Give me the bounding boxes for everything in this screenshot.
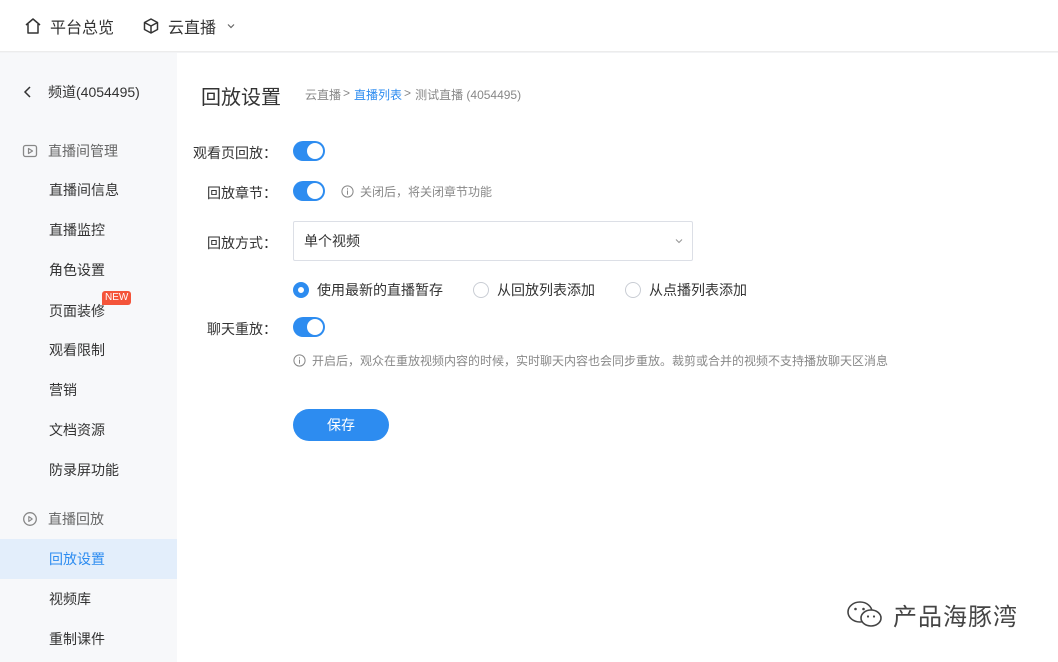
back-to-channel[interactable]: 频道(4054495) — [0, 76, 177, 108]
home-icon — [24, 17, 42, 35]
replay-mode-value: 单个视频 — [304, 233, 360, 249]
top-navigation-bar: 平台总览 云直播 — [0, 0, 1058, 52]
replay-icon — [22, 511, 38, 527]
sidebar-item-label: 营销 — [49, 382, 77, 398]
sidebar-item-watch-restriction[interactable]: 观看限制 — [0, 330, 177, 370]
radio-dot — [473, 282, 489, 298]
product-switcher[interactable]: 云直播 — [142, 14, 236, 38]
sidebar-item-label: 直播监控 — [49, 222, 105, 238]
sidebar-item-label: 直播间信息 — [49, 182, 119, 198]
page-title: 回放设置 — [201, 87, 281, 109]
group-label: 直播间管理 — [48, 143, 118, 159]
toggle-knob — [307, 319, 323, 335]
info-icon — [341, 185, 354, 198]
group-label: 直播回放 — [48, 511, 104, 527]
chapter-label: 回放章节： — [207, 185, 277, 201]
sidebar-item-marketing[interactable]: 营销 — [0, 370, 177, 410]
save-button[interactable]: 保存 — [293, 409, 389, 441]
sidebar-item-label: 文档资源 — [49, 422, 105, 438]
chevron-down-icon — [674, 236, 684, 246]
sidebar-item-remake-courseware[interactable]: 重制课件 — [0, 619, 177, 659]
breadcrumb: 云直播 > 直播列表 > 测试直播 (4054495) — [305, 86, 521, 103]
main-content: 回放设置 云直播 > 直播列表 > 测试直播 (4054495) 观看页回放： … — [177, 53, 1058, 662]
radio-latest-live-cache[interactable]: 使用最新的直播暂存 — [293, 280, 443, 300]
sidebar-item-label: 页面装修 NEW — [49, 291, 132, 321]
sidebar-item-role-settings[interactable]: 角色设置 — [0, 250, 177, 290]
sidebar-item-replay-settings[interactable]: 回放设置 — [0, 539, 177, 579]
radio-label: 从回放列表添加 — [497, 282, 595, 298]
sidebar-item-label: 防录屏功能 — [49, 462, 119, 478]
radio-from-vod-list[interactable]: 从点播列表添加 — [625, 280, 747, 300]
group-live-replay: 直播回放 — [0, 504, 177, 534]
channel-label: 频道(4054495) — [48, 84, 140, 100]
sidebar-item-label: 角色设置 — [49, 262, 105, 278]
chevron-down-icon — [226, 21, 236, 31]
replay-mode-select[interactable]: 单个视频 — [293, 221, 693, 261]
breadcrumb-item-cloud-live[interactable]: 云直播 — [305, 86, 341, 103]
breadcrumb-separator: > — [404, 86, 412, 100]
sidebar-item-label: 视频库 — [49, 591, 91, 607]
play-square-icon — [22, 143, 38, 159]
platform-overview-label: 平台总览 — [50, 19, 115, 37]
chapter-hint-text: 关闭后，将关闭章节功能 — [360, 185, 493, 199]
radio-label: 使用最新的直播暂存 — [317, 282, 443, 298]
chat-replay-hint-text: 开启后，观众在重放视频内容的时候，实时聊天内容也会同步重放。裁剪或合并的视频不支… — [312, 354, 889, 368]
chat-replay-hint: 开启后，观众在重放视频内容的时候，实时聊天内容也会同步重放。裁剪或合并的视频不支… — [293, 352, 888, 369]
watermark-text: 产品海豚湾 — [893, 604, 1018, 631]
watermark: 产品海豚湾 — [845, 597, 1018, 632]
chat-replay-label: 聊天重放： — [207, 321, 277, 337]
sidebar-item-live-room-info[interactable]: 直播间信息 — [0, 170, 177, 210]
watch-replay-toggle[interactable] — [293, 141, 325, 161]
sidebar-item-page-decoration[interactable]: 页面装修 NEW — [0, 291, 177, 331]
chapter-hint: 关闭后，将关闭章节功能 — [341, 183, 492, 200]
info-icon — [293, 354, 306, 367]
sidebar-item-anti-recording[interactable]: 防录屏功能 — [0, 450, 177, 490]
wechat-icon — [845, 599, 885, 631]
toggle-knob — [307, 143, 323, 159]
group-live-room-management: 直播间管理 — [0, 136, 177, 166]
sidebar-item-text: 页面装修 — [49, 303, 105, 319]
sidebar-item-label: 回放设置 — [49, 551, 105, 567]
breadcrumb-item-live-list[interactable]: 直播列表 — [354, 86, 402, 103]
mode-label: 回放方式： — [207, 235, 277, 251]
breadcrumb-separator: > — [343, 86, 351, 100]
new-badge: NEW — [102, 291, 132, 305]
sidebar-item-label: 重制课件 — [49, 631, 105, 647]
chat-replay-toggle[interactable] — [293, 317, 325, 337]
watch-replay-label: 观看页回放： — [193, 145, 277, 161]
radio-from-replay-list[interactable]: 从回放列表添加 — [473, 280, 595, 300]
radio-dot — [293, 282, 309, 298]
sidebar: 频道(4054495) 直播间管理 直播间信息 直播监控 角色设置 页面装修 N… — [0, 53, 177, 662]
sidebar-item-video-library[interactable]: 视频库 — [0, 579, 177, 619]
sidebar-item-doc-resources[interactable]: 文档资源 — [0, 410, 177, 450]
platform-overview-link[interactable]: 平台总览 — [24, 14, 114, 38]
breadcrumb-item-current: 测试直播 (4054495) — [415, 88, 522, 102]
chevron-left-icon — [22, 85, 34, 99]
chapter-toggle[interactable] — [293, 181, 325, 201]
toggle-knob — [307, 183, 323, 199]
sidebar-item-live-monitor[interactable]: 直播监控 — [0, 210, 177, 250]
radio-label: 从点播列表添加 — [649, 282, 747, 298]
radio-dot — [625, 282, 641, 298]
sidebar-item-label: 观看限制 — [49, 342, 105, 358]
cube-icon — [142, 17, 160, 35]
product-switcher-label: 云直播 — [168, 19, 217, 37]
